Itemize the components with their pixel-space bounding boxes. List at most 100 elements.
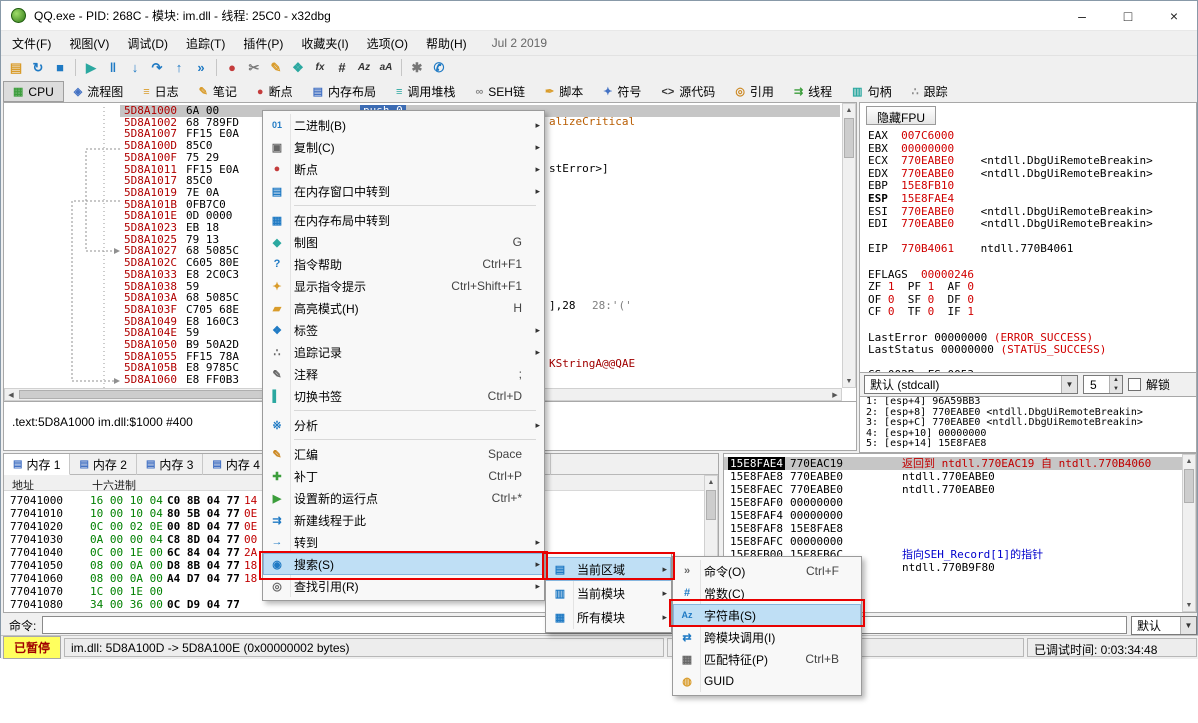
scroll-thumb[interactable] — [844, 118, 854, 158]
tab-handles[interactable]: ▥句柄 — [842, 81, 901, 102]
step-over-icon[interactable]: ↷ — [146, 58, 168, 78]
menu-item-binary[interactable]: 01二进制(B)▸ — [263, 114, 544, 136]
menu-item-patch[interactable]: ✚补丁Ctrl+P — [263, 465, 544, 487]
help-phone-icon[interactable]: ✆ — [428, 58, 450, 78]
tab-script[interactable]: ✒脚本 — [535, 81, 593, 102]
stack-row[interactable]: 15E8FAE8770EABE0ntdll.770EABE0 — [724, 470, 1182, 483]
case-icon[interactable]: aA — [375, 58, 397, 78]
disasm-vscrollbar[interactable]: ▲ ▼ — [842, 103, 856, 388]
stack-row[interactable]: 15E8FAF815E8FAE8 — [724, 522, 1182, 535]
stack-row[interactable]: 15E8FAF000000000 — [724, 496, 1182, 509]
arg-count-spinner[interactable]: 5 ▲▼ — [1083, 375, 1123, 394]
menu-item-command[interactable]: »命令(O)Ctrl+F — [673, 560, 861, 582]
step-out-icon[interactable]: ↑ — [168, 58, 190, 78]
minimize-button[interactable]: – — [1059, 1, 1105, 30]
command-profile-select[interactable]: 默认 ▼ — [1131, 616, 1197, 635]
menu-item-graph[interactable]: ◆制图G — [263, 231, 544, 253]
labels-icon[interactable]: ❖ — [287, 58, 309, 78]
functions-icon[interactable]: fx — [309, 58, 331, 78]
strings-icon[interactable]: Az — [353, 58, 375, 78]
menu-item-current-module[interactable]: ▥当前模块▸ — [546, 581, 671, 605]
scroll-down-icon[interactable]: ▼ — [1183, 599, 1195, 611]
menu-item-copy[interactable]: ▣复制(C)▸ — [263, 136, 544, 158]
unlock-checkbox[interactable] — [1128, 378, 1141, 391]
scroll-up-icon[interactable]: ▲ — [1183, 455, 1195, 467]
menu-item-memory-map[interactable]: ▦在内存布局中转到 — [263, 209, 544, 231]
menu-item-new-origin[interactable]: ▶设置新的运行点Ctrl+* — [263, 487, 544, 509]
stack-row[interactable]: 15E8FAF400000000 — [724, 509, 1182, 522]
close-icon[interactable]: ■ — [49, 58, 71, 78]
restart-icon[interactable]: ↻ — [27, 58, 49, 78]
dump-tab[interactable]: ▤内存 3 — [137, 454, 203, 475]
dump-tab[interactable]: ▤内存 4 — [203, 454, 269, 475]
register-line[interactable]: CF 0 TF 0 IF 1 — [868, 306, 1153, 319]
tab-trace[interactable]: ∴跟踪 — [902, 81, 958, 102]
scroll-up-icon[interactable]: ▲ — [843, 104, 855, 116]
constants-icon[interactable]: # — [331, 58, 353, 78]
menu-item-goto[interactable]: →转到▸ — [263, 531, 544, 553]
menubar-item[interactable]: 帮助(H) — [417, 31, 476, 56]
menu-item-find-refs[interactable]: ◎查找引用(R)▸ — [263, 575, 544, 597]
tab-memory-map[interactable]: ▤内存布局 — [303, 81, 386, 102]
scroll-thumb[interactable] — [706, 490, 716, 520]
menu-item-comment[interactable]: ✎注释; — [263, 363, 544, 385]
tab-symbols[interactable]: ✦符号 — [593, 81, 651, 102]
menu-item-guid[interactable]: ◍GUID — [673, 670, 861, 692]
tab-references[interactable]: ◎引用 — [725, 81, 784, 102]
menu-item-analysis[interactable]: ※分析▸ — [263, 414, 544, 436]
spinner-arrows-icon[interactable]: ▲▼ — [1109, 376, 1122, 393]
patches-icon[interactable]: ✂ — [243, 58, 265, 78]
menu-item-label[interactable]: ❖标签▸ — [263, 319, 544, 341]
menu-item-memory-window[interactable]: ▤在内存窗口中转到▸ — [263, 180, 544, 202]
tab-threads[interactable]: ⇉线程 — [784, 81, 842, 102]
menubar-item[interactable]: 文件(F) — [3, 31, 60, 56]
calling-convention-select[interactable]: 默认 (stdcall) ▼ — [864, 375, 1078, 394]
menu-item-help[interactable]: ?指令帮助Ctrl+F1 — [263, 253, 544, 275]
scroll-right-icon[interactable]: ▶ — [829, 389, 841, 401]
menu-item-highlight[interactable]: ▰高亮模式(H)H — [263, 297, 544, 319]
tab-cpu[interactable]: ▦CPU — [3, 81, 64, 102]
register-line[interactable]: EIP 770B4061 ntdll.770B4061 — [868, 243, 1153, 256]
stack-vscrollbar[interactable]: ▲ ▼ — [1182, 454, 1196, 612]
menu-item-assemble[interactable]: ✎汇编Space — [263, 443, 544, 465]
tab-log[interactable]: ≡日志 — [133, 81, 188, 102]
breakpoints-icon[interactable]: ● — [221, 58, 243, 78]
argument-line[interactable]: 5: [esp+14] 15E8FAE8 — [860, 439, 1196, 450]
stack-row[interactable]: 15E8FAEC770EABE0ntdll.770EABE0 — [724, 483, 1182, 496]
menubar-item[interactable]: 选项(O) — [358, 31, 417, 56]
scroll-thumb[interactable] — [1184, 469, 1194, 503]
stack-row[interactable]: 15E8FAE4770EAC19返回到 ntdll.770EAC19 自 ntd… — [724, 457, 1182, 470]
close-button[interactable]: × — [1151, 1, 1197, 30]
menu-item-all-modules[interactable]: ▦所有模块▸ — [546, 605, 671, 629]
open-file-icon[interactable]: ▤ — [5, 58, 27, 78]
hide-fpu-button[interactable]: 隐藏FPU — [866, 106, 936, 125]
comments-icon[interactable]: ✎ — [265, 58, 287, 78]
menubar-item[interactable]: 调试(D) — [118, 31, 177, 56]
menu-item-tip[interactable]: ✦显示指令提示Ctrl+Shift+F1 — [263, 275, 544, 297]
register-line[interactable]: EDI 770EABE0 <ntdll.DbgUiRemoteBreakin> — [868, 218, 1153, 231]
tab-notes[interactable]: ✎笔记 — [189, 81, 247, 102]
menubar-item[interactable]: 追踪(T) — [177, 31, 234, 56]
stack-row[interactable]: 15E8FAFC00000000 — [724, 535, 1182, 548]
dump-tab[interactable]: ▤内存 1 — [4, 454, 70, 475]
menu-item-pattern[interactable]: ▦匹配特征(P)Ctrl+B — [673, 648, 861, 670]
pause-icon[interactable]: ‖ — [102, 58, 124, 78]
menu-item-search[interactable]: ◉搜索(S)▸ — [263, 553, 544, 575]
run-to-cursor-icon[interactable]: » — [190, 58, 212, 78]
run-icon[interactable]: ▶ — [80, 58, 102, 78]
tab-callstack[interactable]: ≡调用堆栈 — [386, 81, 465, 102]
menubar-item[interactable]: 收藏夹(I) — [292, 31, 357, 56]
menubar-item[interactable]: 插件(P) — [234, 31, 292, 56]
tab-source[interactable]: <>源代码 — [651, 81, 725, 102]
scroll-up-icon[interactable]: ▲ — [705, 476, 717, 488]
scroll-left-icon[interactable]: ◀ — [5, 389, 17, 401]
menu-item-trace-record[interactable]: ∴追踪记录▸ — [263, 341, 544, 363]
maximize-button[interactable]: □ — [1105, 1, 1151, 30]
step-into-icon[interactable]: ↓ — [124, 58, 146, 78]
register-line[interactable]: LastStatus 00000000 (STATUS_SUCCESS) — [868, 344, 1153, 357]
settings-icon[interactable]: ✱ — [406, 58, 428, 78]
menubar-item[interactable]: 视图(V) — [60, 31, 118, 56]
menu-item-string[interactable]: Az字符串(S) — [673, 604, 861, 626]
menu-item-intermodular-calls[interactable]: ⇄跨模块调用(I) — [673, 626, 861, 648]
tab-seh[interactable]: ∞SEH链 — [465, 81, 535, 102]
